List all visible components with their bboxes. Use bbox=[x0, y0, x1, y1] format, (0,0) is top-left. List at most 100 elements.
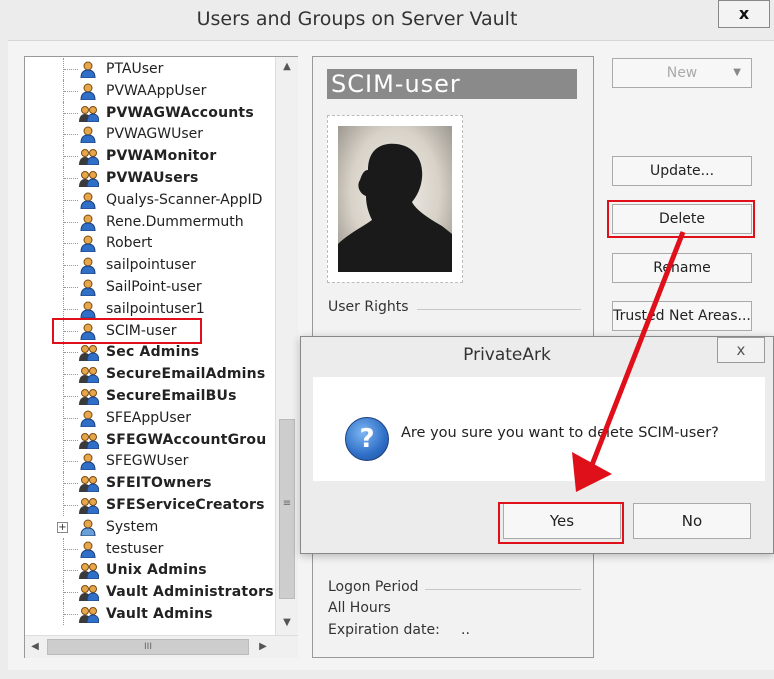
tree-item[interactable]: Sec Admins bbox=[25, 341, 275, 364]
expand-plus-icon[interactable]: + bbox=[57, 521, 68, 533]
dialog-close-button[interactable]: x bbox=[717, 337, 765, 363]
new-button-label: New bbox=[666, 65, 698, 81]
tree-item-label: PVWAGWUser bbox=[106, 126, 204, 143]
scroll-left-icon[interactable]: ◀ bbox=[25, 636, 45, 658]
logon-period-value: All Hours bbox=[328, 600, 391, 616]
update-button[interactable]: Update... bbox=[612, 156, 752, 186]
scroll-up-icon[interactable]: ▲ bbox=[276, 57, 298, 77]
group-icon bbox=[79, 432, 100, 450]
silhouette-icon bbox=[338, 143, 452, 272]
user-icon bbox=[79, 410, 97, 428]
tree-item[interactable]: Unix Admins bbox=[25, 559, 275, 582]
tree-connector bbox=[63, 254, 78, 277]
tree-item[interactable]: Qualys-Scanner-AppID bbox=[25, 188, 275, 211]
tree-connector bbox=[63, 494, 78, 516]
tree-item-label: PVWAMonitor bbox=[106, 148, 217, 165]
tree-connector bbox=[63, 58, 78, 80]
delete-button-highlight bbox=[607, 200, 755, 238]
user-icon bbox=[79, 279, 97, 297]
tree-item-label: SecureEmailAdmins bbox=[106, 366, 266, 383]
no-button[interactable]: No bbox=[633, 503, 751, 539]
logon-period-divider bbox=[425, 589, 581, 590]
tree-connector bbox=[63, 123, 78, 146]
tree-item-label: sailpointuser bbox=[106, 257, 196, 274]
tree-item[interactable]: SailPoint-user bbox=[25, 276, 275, 298]
tree-item-label: SailPoint-user bbox=[106, 279, 202, 295]
tree-item[interactable]: PVWAUsers bbox=[25, 167, 275, 189]
tree-item[interactable]: PVWAGWAccounts bbox=[25, 101, 275, 124]
window-close-button[interactable]: x bbox=[718, 0, 770, 28]
new-button[interactable]: New ▼ bbox=[612, 58, 752, 88]
tree-item[interactable]: testuser bbox=[25, 537, 275, 560]
tree-item-label: Sec Admins bbox=[106, 344, 200, 361]
tree-item[interactable]: sailpointuser1 bbox=[25, 297, 275, 320]
group-icon bbox=[79, 170, 100, 188]
tree-item[interactable]: Vault Admins bbox=[25, 603, 275, 625]
scroll-right-icon[interactable]: ▶ bbox=[253, 636, 273, 658]
tree-connector bbox=[63, 559, 78, 582]
dialog-message: Are you sure you want to delete SCIM-use… bbox=[401, 425, 719, 441]
group-icon bbox=[79, 497, 100, 515]
user-icon bbox=[79, 235, 97, 253]
group-icon bbox=[79, 148, 100, 166]
question-icon: ? bbox=[345, 417, 389, 461]
user-icon bbox=[79, 83, 97, 101]
tree-connector bbox=[63, 341, 78, 364]
trusted-net-areas-button[interactable]: Trusted Net Areas... bbox=[612, 301, 752, 331]
tree-item[interactable]: SFEITOwners bbox=[25, 472, 275, 495]
tree-item[interactable]: SFEGWUser bbox=[25, 450, 275, 473]
user-icon bbox=[79, 126, 97, 144]
tree-item[interactable]: PTAUser bbox=[25, 58, 275, 80]
user-rights-label: User Rights bbox=[328, 299, 409, 315]
tree-connector bbox=[63, 79, 78, 102]
tree-item[interactable]: sailpointuser bbox=[25, 254, 275, 277]
tree-item[interactable]: SecureEmailAdmins bbox=[25, 363, 275, 386]
tree-connector bbox=[63, 232, 78, 255]
scroll-thumb[interactable]: ≡ bbox=[279, 419, 295, 599]
tree-item[interactable]: SecureEmailBUs bbox=[25, 385, 275, 407]
tree-vertical-scrollbar[interactable]: ▲ ≡ ▼ bbox=[275, 57, 298, 635]
tree-item[interactable]: Robert bbox=[25, 232, 275, 255]
hscroll-thumb[interactable]: III bbox=[47, 639, 249, 655]
group-icon bbox=[79, 606, 100, 624]
tree-connector bbox=[63, 385, 78, 407]
hgrip-icon: III bbox=[144, 642, 152, 652]
expiration-value: .. bbox=[461, 622, 470, 638]
tree-item-label: Rene.Dummermuth bbox=[106, 213, 244, 230]
tree-item-label: SFEITOwners bbox=[106, 475, 212, 492]
tree-item[interactable]: PVWAMonitor bbox=[25, 145, 275, 168]
tree-item-label: SFEServiceCreators bbox=[106, 497, 265, 513]
tree-item[interactable]: PVWAAppUser bbox=[25, 79, 275, 102]
tree-item-label: PVWAAppUser bbox=[106, 82, 207, 99]
group-icon bbox=[79, 366, 100, 384]
tree-connector bbox=[63, 145, 78, 168]
tree-item[interactable]: PVWAGWUser bbox=[25, 123, 275, 146]
group-icon bbox=[79, 105, 100, 123]
user-photo bbox=[338, 126, 452, 272]
tree-item[interactable]: SFEGWAccountGrou bbox=[25, 428, 275, 451]
tree-connector bbox=[63, 167, 78, 189]
tree-item-label: PTAUser bbox=[106, 61, 164, 77]
group-icon bbox=[79, 475, 100, 493]
user-rights-divider bbox=[417, 309, 581, 310]
logon-period-label: Logon Period bbox=[328, 579, 419, 595]
group-icon bbox=[79, 388, 100, 406]
users-groups-tree[interactable]: PTAUser PVWAAppUser PVWAGWAccounts PVWAGWUs… bbox=[24, 56, 298, 658]
rename-button[interactable]: Rename bbox=[612, 253, 752, 283]
tree-item-label: System bbox=[106, 518, 159, 535]
tree-item[interactable]: Rene.Dummermuth bbox=[25, 210, 275, 233]
tree-item-label: Unix Admins bbox=[106, 562, 207, 579]
tree-item[interactable]: + System bbox=[25, 516, 275, 538]
scroll-down-icon[interactable]: ▼ bbox=[276, 613, 298, 633]
tree-horizontal-scrollbar[interactable]: ◀ III ▶ bbox=[25, 635, 298, 658]
window-title: Users and Groups on Server Vault bbox=[196, 8, 518, 30]
tree-connector bbox=[63, 472, 78, 495]
tree-item-label: Robert bbox=[106, 235, 153, 252]
tree-item[interactable]: SFEAppUser bbox=[25, 406, 275, 429]
tree-item[interactable]: SFEServiceCreators bbox=[25, 494, 275, 516]
group-icon bbox=[79, 562, 100, 580]
tree-item[interactable]: Vault Administrators bbox=[25, 581, 275, 604]
tree-connector bbox=[63, 297, 78, 320]
tree-connector bbox=[63, 210, 78, 233]
window-titlebar: Users and Groups on Server Vault x bbox=[0, 0, 774, 40]
